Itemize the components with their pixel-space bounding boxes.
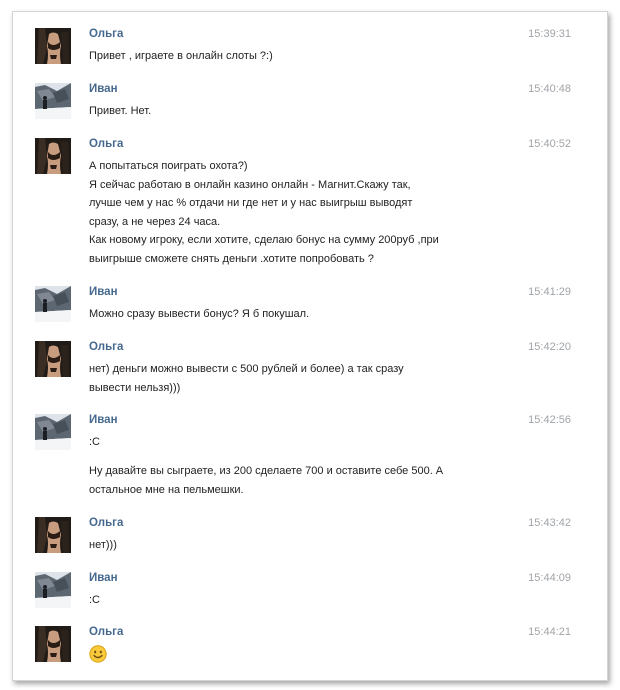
message-text: А попытаться поиграть охота?) Я сейчас р… [89, 160, 439, 265]
olga-avatar[interactable] [35, 28, 71, 64]
sender-name[interactable]: Ольга [89, 28, 123, 40]
sender-name[interactable]: Ольга [89, 626, 123, 638]
ivan-avatar[interactable] [35, 414, 71, 450]
sender-name[interactable]: Иван [89, 83, 118, 95]
sender-name[interactable]: Ольга [89, 341, 123, 353]
sender-name[interactable]: Ольга [89, 517, 123, 529]
sender-name[interactable]: Иван [89, 286, 118, 298]
ivan-avatar[interactable] [35, 572, 71, 608]
sender-name[interactable]: Иван [89, 572, 118, 584]
ivan-avatar[interactable] [35, 286, 71, 322]
message-text: Привет , играете в онлайн слоты ?:) [89, 50, 273, 62]
olga-avatar[interactable] [35, 341, 71, 377]
olga-avatar[interactable] [35, 626, 71, 662]
message-text: нет))) [89, 539, 117, 551]
message-text: :С [89, 594, 100, 606]
message-text: :С [89, 436, 100, 448]
message-text: Привет. Нет. [89, 105, 152, 117]
smiley-emoji-icon [89, 645, 107, 663]
message-time: 15:40:48 [528, 83, 571, 95]
ivan-avatar[interactable] [35, 83, 71, 119]
message-time: 15:42:56 [528, 414, 571, 426]
message-time: 15:39:31 [528, 28, 571, 40]
message-time: 15:42:20 [528, 341, 571, 353]
message-time: 15:40:52 [528, 138, 571, 150]
message-time: 15:44:09 [528, 572, 571, 584]
message-text: Можно сразу вывести бонус? Я б покушал. [89, 308, 310, 320]
chat-window: Ольга 15:39:31 Привет , играете в онлайн… [12, 11, 608, 681]
message-text: нет) деньги можно вывести с 500 рублей и… [89, 363, 404, 394]
olga-avatar[interactable] [35, 138, 71, 174]
olga-avatar[interactable] [35, 517, 71, 553]
sender-name[interactable]: Ольга [89, 138, 123, 150]
message-text: Ну давайте вы сыграете, из 200 сделаете … [89, 465, 444, 496]
message-time: 15:41:29 [528, 286, 571, 298]
message-time: 15:44:21 [528, 626, 571, 638]
sender-name[interactable]: Иван [89, 414, 118, 426]
message-time: 15:43:42 [528, 517, 571, 529]
